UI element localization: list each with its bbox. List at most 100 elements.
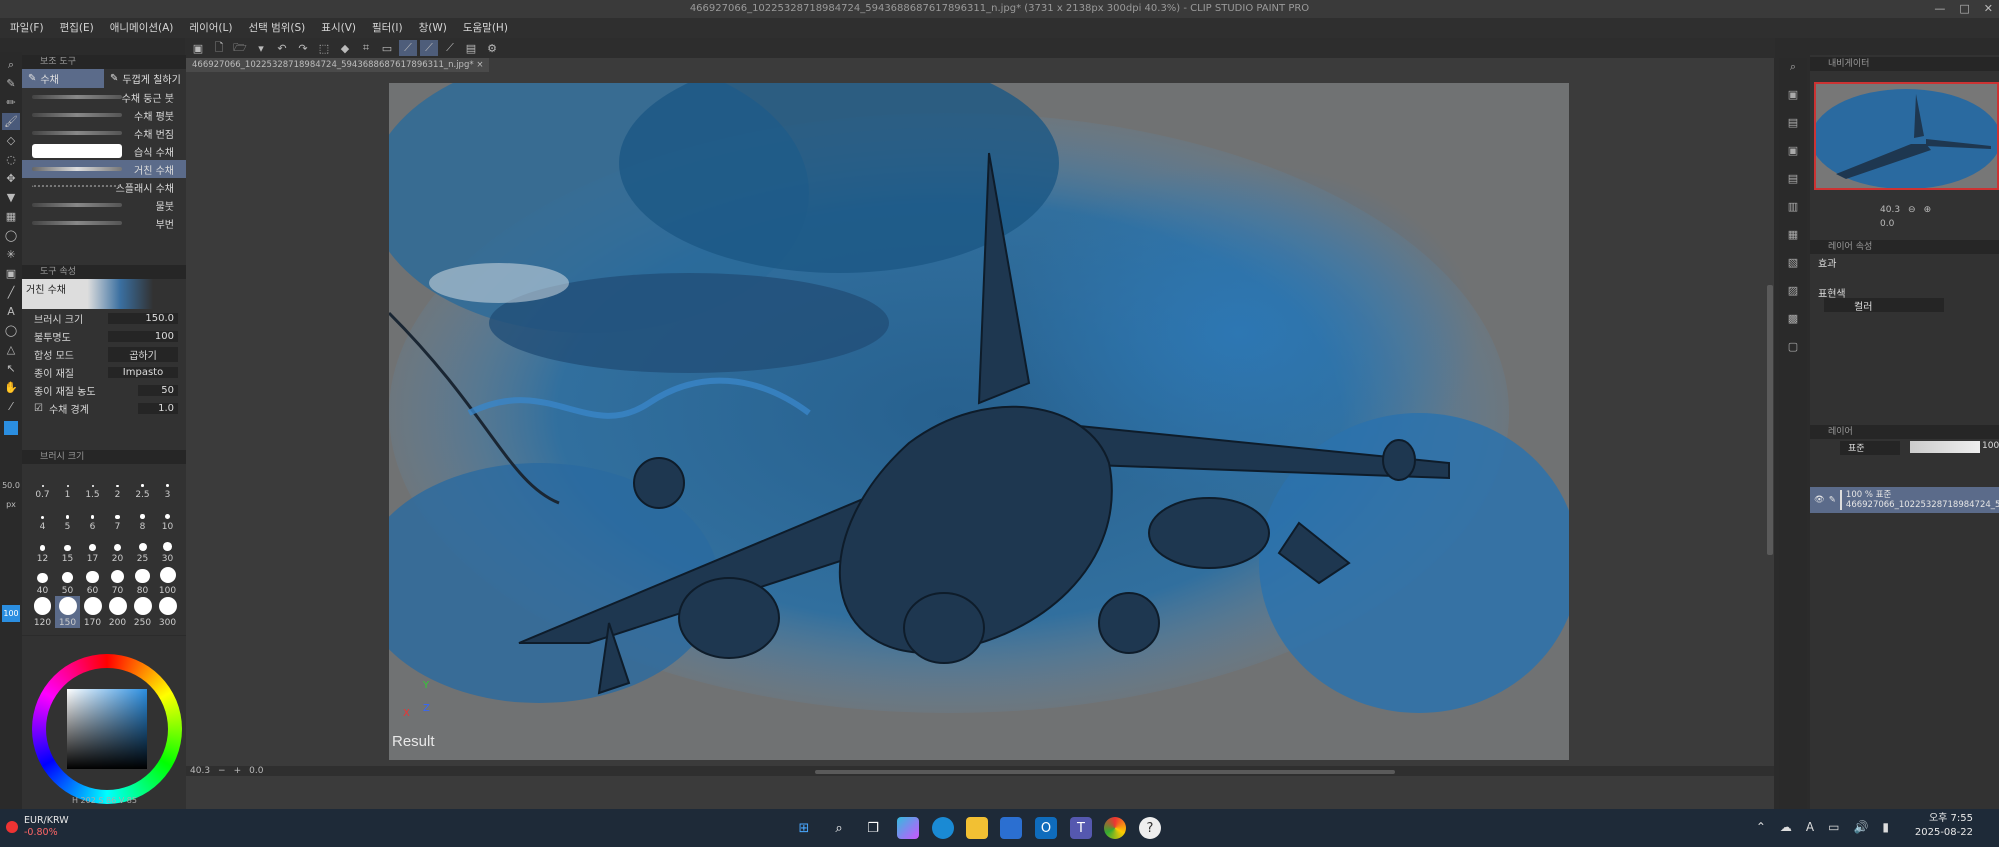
brush-size-option[interactable]: 2 [105,468,130,500]
brush-size-option[interactable]: 0.7 [30,468,55,500]
canvas-image[interactable]: X Y Z [389,83,1569,760]
brush-item[interactable]: 물붓 [22,196,186,214]
menu-edit[interactable]: 편집(E) [52,18,102,38]
brush-item[interactable]: 스플래시 수채 [22,178,186,196]
clip-studio-icon[interactable]: ? [1139,817,1161,839]
ruler-tool-icon[interactable]: △ [2,341,20,358]
material-icon[interactable]: ▤ [1783,114,1803,132]
layer-blend-select[interactable]: 표준 [1840,441,1900,455]
windows-start-icon[interactable]: ⊞ [793,817,815,839]
brush-size-option[interactable]: 1.5 [80,468,105,500]
material-icon[interactable]: ▧ [1783,254,1803,272]
material-icon[interactable]: ▣ [1783,142,1803,160]
brush-item-selected[interactable]: 거친 수채 [22,160,186,178]
color-wheel[interactable] [32,654,182,804]
task-view-icon[interactable]: ❐ [862,817,884,839]
brush-size-option[interactable]: 2.5 [130,468,155,500]
prop-opacity[interactable]: 불투명도 100 [22,327,186,345]
pen-tool-icon[interactable]: ✎ [2,75,20,92]
brush-size-option[interactable]: 3 [155,468,180,500]
undo-icon[interactable]: ↶ [273,40,291,56]
brush-tool-icon[interactable]: 🖌 [2,113,20,130]
magic-wand-icon[interactable]: ✳ [2,246,20,263]
taskbar-clock[interactable]: 오후 7:55 2025-08-22 [1915,812,1973,840]
redo-icon[interactable]: ↷ [294,40,312,56]
material-icon[interactable]: ▢ [1783,338,1803,356]
brush-size-option[interactable]: 7 [105,500,130,532]
horizontal-scrollbar[interactable] [815,770,1395,774]
eye-icon[interactable]: 👁 [1814,495,1825,505]
copilot-icon[interactable] [897,817,919,839]
brush-item[interactable]: 수채 평붓 [22,106,186,124]
brush-size-option[interactable]: 150 [55,596,80,628]
transform-icon[interactable]: ▭ [378,40,396,56]
close-button[interactable]: ✕ [1984,0,1993,18]
brush-item[interactable]: 수채 둥근 붓 [22,88,186,106]
lasso-tool-icon[interactable]: ◯ [2,227,20,244]
new-file-icon[interactable]: 🗋 [210,40,228,56]
save-icon[interactable]: ▾ [252,40,270,56]
brush-size-option[interactable]: 25 [130,532,155,564]
prop-value[interactable]: 150.0 [108,312,178,324]
brush-size-option[interactable]: 70 [105,564,130,596]
eraser-tool-icon[interactable]: ◇ [2,132,20,149]
settings-icon[interactable]: ⚙ [483,40,501,56]
brush-size-option[interactable]: 20 [105,532,130,564]
brush-size-option[interactable]: 10 [155,500,180,532]
material-icon[interactable]: ▩ [1783,310,1803,328]
fill-icon[interactable]: ◆ [336,40,354,56]
brush-size-option[interactable]: 80 [130,564,155,596]
store-icon[interactable] [1000,817,1022,839]
snap-ruler-icon[interactable]: ⟋ [399,40,417,56]
material-icon[interactable]: ▥ [1783,198,1803,216]
brush-size-option[interactable]: 300 [155,596,180,628]
zoom-out-icon[interactable]: ⊖ [1908,205,1916,215]
layer-row[interactable]: 👁 ✎ 100 % 표준 466927066_10225328718984724… [1810,487,1999,513]
move-tool-icon[interactable]: ✥ [2,170,20,187]
prop-watercolor-edge[interactable]: ☑ 수채 경계 1.0 [22,399,186,417]
eyedropper-tool-icon[interactable]: ⁄ [2,398,20,415]
zoom-tool-icon[interactable]: ⌕ [2,56,20,73]
menu-filter[interactable]: 필터(I) [364,18,411,38]
text-tool-icon[interactable]: A [2,303,20,320]
navigator-angle[interactable]: 0.0 [1880,219,1894,229]
checkbox-icon[interactable]: ☑ [34,403,43,414]
prop-brush-size[interactable]: 브러시 크기 150.0 [22,309,186,327]
pencil-tool-icon[interactable]: ✏ [2,94,20,111]
chrome-icon[interactable] [1104,817,1126,839]
prop-blend-mode[interactable]: 합성 모드 곱하기 [22,345,186,363]
reference-icon[interactable]: ▤ [462,40,480,56]
file-explorer-icon[interactable] [966,817,988,839]
menu-view[interactable]: 표시(V) [313,18,364,38]
tab-thick-paint[interactable]: ✎ 두껍게 칠하기 [104,69,186,88]
material-icon[interactable]: ▦ [1783,226,1803,244]
brush-size-option[interactable]: 4 [30,500,55,532]
brush-item[interactable]: 부번 [22,214,186,232]
brush-size-option[interactable]: 250 [130,596,155,628]
edge-icon[interactable] [932,817,954,839]
brush-size-option[interactable]: 170 [80,596,105,628]
brush-size-option[interactable]: 6 [80,500,105,532]
teams-icon[interactable]: T [1070,817,1092,839]
saturation-value-square[interactable] [67,689,147,769]
menu-file[interactable]: 파일(F) [2,18,52,38]
close-tab-icon[interactable]: × [476,60,483,70]
minimize-button[interactable]: — [1934,0,1945,18]
search-icon[interactable]: ⌕ [1783,58,1803,76]
gradient-tool-icon[interactable]: ▣ [2,265,20,282]
material-icon[interactable]: ▤ [1783,170,1803,188]
prop-value[interactable]: 100 [108,330,178,342]
brush-size-option[interactable]: 8 [130,500,155,532]
layer-opacity-slider[interactable] [1910,441,1980,453]
hand-tool-icon[interactable]: ✋ [2,379,20,396]
brush-size-option[interactable]: 50 [55,564,80,596]
zoom-out-icon[interactable]: − [218,766,226,776]
prop-paper-texture[interactable]: 종이 재질 Impasto [22,363,186,381]
vertical-scrollbar[interactable] [1767,285,1773,555]
blend-tool-icon[interactable]: ◌ [2,151,20,168]
prop-value[interactable]: 50 [138,384,178,396]
volume-icon[interactable]: 🔊 [1853,820,1868,834]
fill-tool-icon[interactable]: ▼ [2,189,20,206]
onedrive-icon[interactable]: ☁ [1780,820,1792,834]
prop-texture-density[interactable]: 종이 재질 농도 50 [22,381,186,399]
